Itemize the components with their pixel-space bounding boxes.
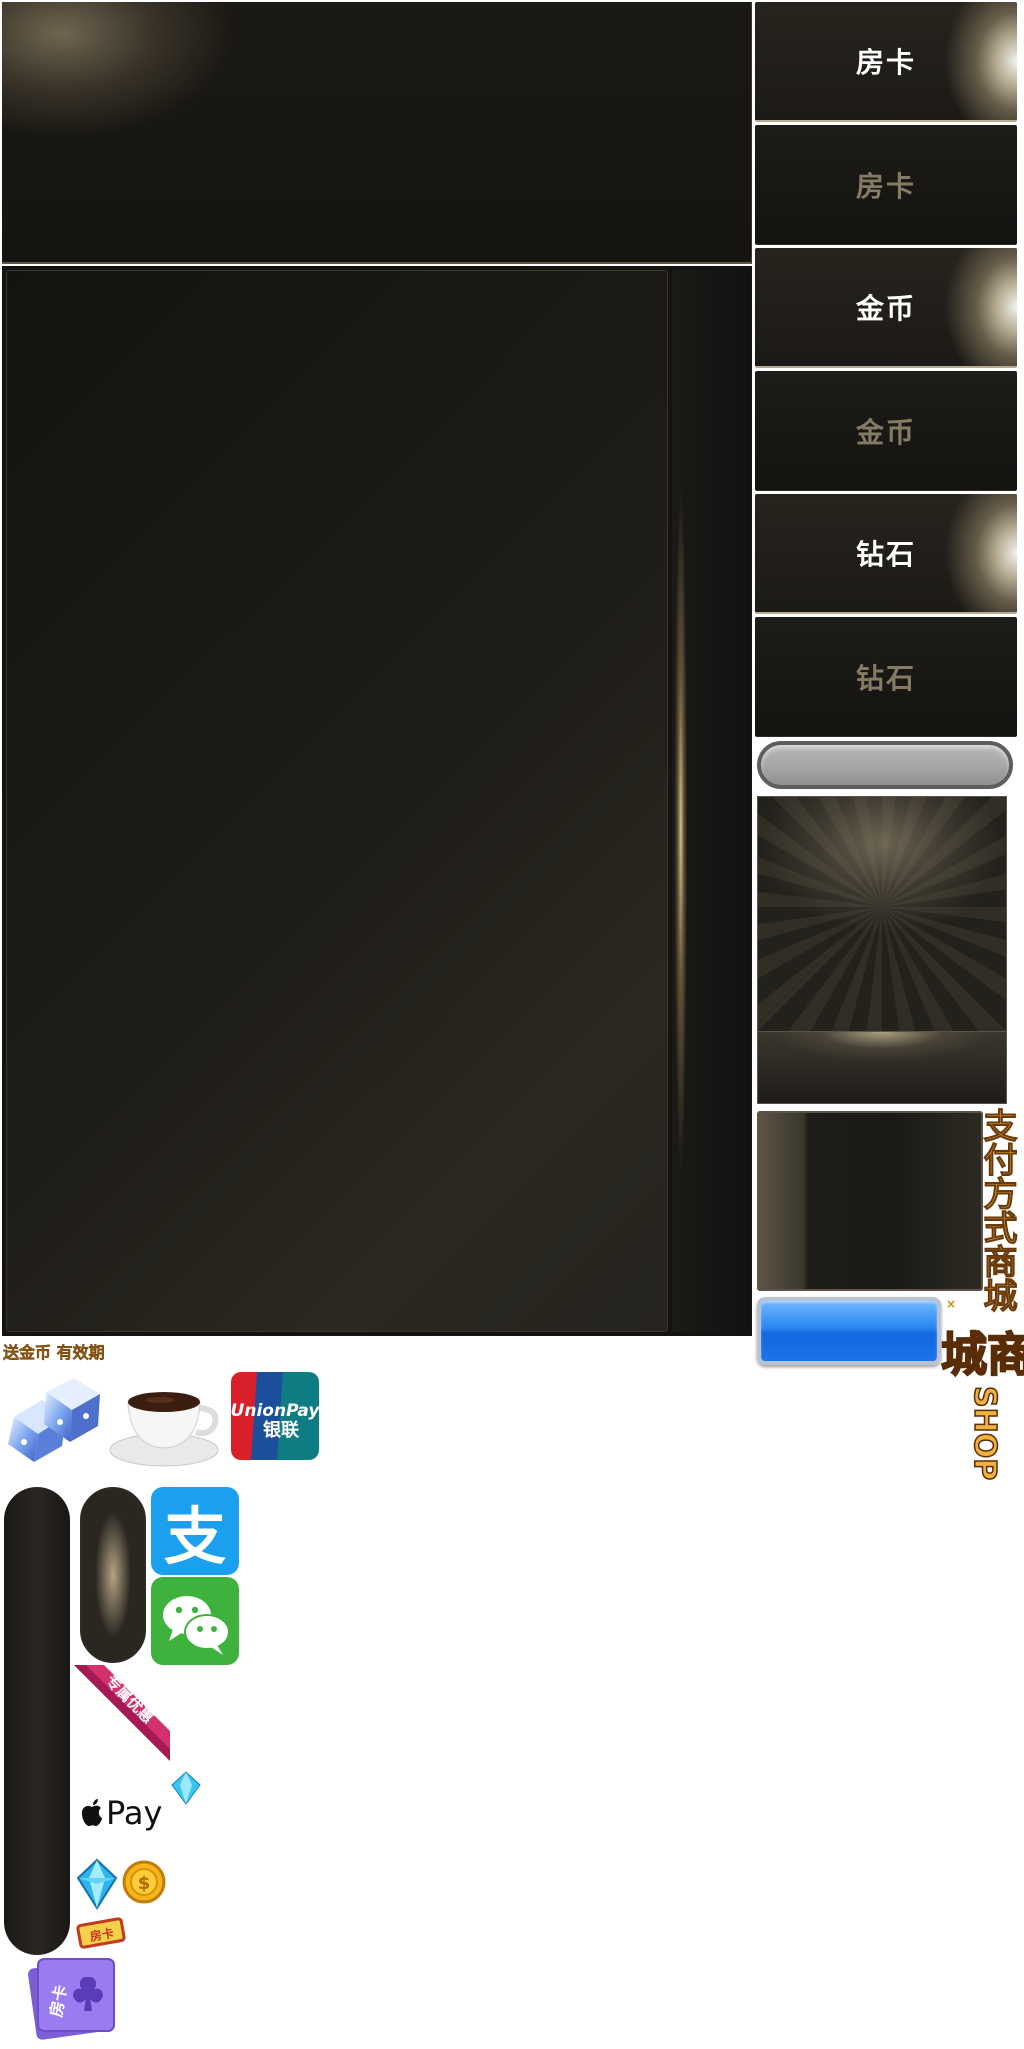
tab-gold-active[interactable]: 金币: [755, 248, 1017, 368]
tab-room-card-inactive[interactable]: 房卡: [755, 125, 1017, 245]
dark-scroll-pill[interactable]: [4, 1487, 70, 1955]
tab-gold-inactive[interactable]: 金币: [755, 371, 1017, 491]
shop-logo-cn: 商城: [933, 1329, 1024, 1377]
gold-scroll-thumb[interactable]: [80, 1487, 146, 1663]
item-card-burst: [757, 796, 1007, 1032]
alipay-glyph: 支: [163, 1500, 226, 1573]
side-glow-divider: [664, 360, 688, 1300]
room-card-small-icon: 房卡: [76, 1916, 128, 1950]
tab-room-card-active[interactable]: 房卡: [755, 2, 1017, 122]
tab-label: 金币: [855, 292, 916, 325]
room-card-icon: 房卡: [24, 1955, 124, 2045]
svg-text:$: $: [138, 1873, 151, 1894]
blue-action-button[interactable]: [757, 1297, 941, 1365]
tab-label: 钻石: [855, 538, 916, 571]
gold-validity-label: 送金币 有效期: [3, 1343, 105, 1362]
content-area: [6, 270, 668, 1332]
apple-pay-text: Pay: [106, 1794, 163, 1832]
wechat-pay-icon[interactable]: [151, 1577, 239, 1665]
small-close-mark[interactable]: ×: [946, 1297, 956, 1311]
exclusive-offer-ribbon-icon: 专属优惠: [74, 1665, 170, 1761]
shop-logo: 商城 SHOP: [933, 1329, 1024, 1481]
header-panel: [2, 2, 752, 264]
grey-pill-bar[interactable]: [757, 741, 1013, 789]
payment-shop-title: 支付方式商城: [977, 1108, 1018, 1313]
item-card-burst-footer: [757, 1032, 1007, 1104]
diamond-small-icon: [171, 1771, 201, 1805]
shop-logo-en: SHOP: [966, 1385, 1003, 1481]
item-card-plain: [757, 1111, 983, 1291]
unionpay-en-text: UnionPay: [231, 1401, 319, 1421]
tab-diamond-active[interactable]: 钻石: [755, 494, 1017, 614]
tab-diamond-inactive[interactable]: 钻石: [755, 617, 1017, 737]
apple-pay-icon[interactable]: Pay: [80, 1794, 162, 1832]
tab-label: 钻石: [855, 661, 916, 695]
crystal-dice-icon: [4, 1372, 104, 1466]
tab-label: 房卡: [855, 169, 916, 203]
coffee-cup-icon: [104, 1372, 226, 1470]
alipay-icon[interactable]: 支: [151, 1487, 239, 1575]
tab-label: 房卡: [855, 46, 916, 79]
unionpay-cn-text: 银联: [263, 1419, 299, 1441]
gold-coin-icon: $: [122, 1860, 166, 1904]
unionpay-icon[interactable]: UnionPay 银联: [231, 1372, 319, 1460]
diamond-icon: [76, 1858, 118, 1910]
tab-label: 金币: [855, 415, 916, 449]
